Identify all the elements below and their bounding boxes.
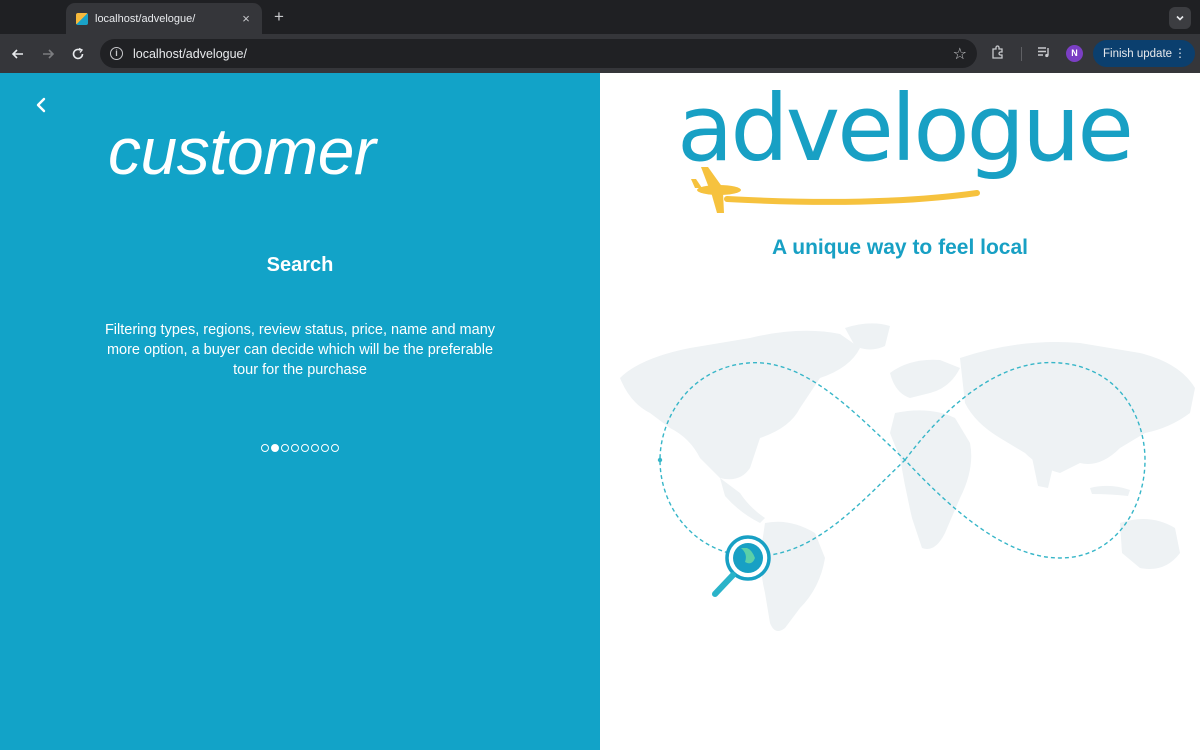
toolbar-divider bbox=[1021, 47, 1022, 61]
carousel-dot[interactable] bbox=[291, 444, 299, 452]
carousel-dot[interactable] bbox=[261, 444, 269, 452]
onboarding-panel: customer Search Filtering types, regions… bbox=[0, 73, 600, 750]
brand-panel: advelogue A unique way to feel local bbox=[600, 73, 1200, 750]
carousel-dot[interactable] bbox=[271, 444, 279, 452]
chevron-left-icon bbox=[36, 97, 46, 113]
extensions-icon[interactable] bbox=[990, 44, 1006, 63]
carousel-pagination bbox=[0, 444, 600, 452]
tagline: A unique way to feel local bbox=[772, 236, 1028, 259]
info-icon[interactable]: i bbox=[110, 47, 123, 60]
world-map-illustration bbox=[620, 323, 1195, 632]
tab-title: localhost/advelogue/ bbox=[95, 12, 196, 25]
tab-search-button[interactable] bbox=[1169, 7, 1191, 29]
url-text[interactable]: localhost/advelogue/ bbox=[133, 47, 953, 61]
section-title: customer bbox=[108, 114, 376, 188]
new-tab-button[interactable]: + bbox=[270, 8, 288, 25]
more-vert-icon[interactable]: ⋮ bbox=[1174, 46, 1186, 60]
reload-button[interactable] bbox=[68, 44, 88, 64]
feature-description: Filtering types, regions, review status,… bbox=[104, 322, 496, 378]
world-map-continents bbox=[620, 323, 1195, 632]
reload-icon bbox=[72, 47, 84, 60]
address-bar[interactable]: i localhost/advelogue/ ☆ bbox=[100, 39, 977, 68]
browser-tab-strip: localhost/advelogue/ × + bbox=[0, 0, 1200, 34]
advelogue-logo: advelogue bbox=[677, 75, 1134, 219]
carousel-dot[interactable] bbox=[311, 444, 319, 452]
close-icon[interactable]: × bbox=[238, 11, 254, 27]
finish-update-button[interactable]: Finish update ⋮ bbox=[1093, 40, 1195, 67]
carousel-dot[interactable] bbox=[321, 444, 329, 452]
chevron-down-icon bbox=[1176, 15, 1184, 21]
forward-button[interactable] bbox=[38, 44, 58, 64]
back-arrow-icon bbox=[11, 49, 23, 59]
media-controls-icon[interactable] bbox=[1036, 44, 1052, 63]
feature-title: Search bbox=[266, 254, 334, 276]
browser-toolbar: i localhost/advelogue/ ☆ N Finish update… bbox=[0, 34, 1200, 73]
carousel-dot[interactable] bbox=[301, 444, 309, 452]
airplane-swoosh-icon bbox=[691, 167, 980, 213]
carousel-dot[interactable] bbox=[281, 444, 289, 452]
back-slide-button[interactable] bbox=[32, 93, 50, 117]
star-icon[interactable]: ☆ bbox=[953, 44, 967, 64]
forward-arrow-icon bbox=[43, 49, 55, 59]
profile-avatar[interactable]: N bbox=[1066, 45, 1083, 62]
magnifier-globe-icon bbox=[712, 535, 771, 597]
back-button[interactable] bbox=[8, 44, 28, 64]
favicon-icon bbox=[76, 12, 88, 25]
browser-tab[interactable]: localhost/advelogue/ × bbox=[66, 3, 262, 34]
carousel-dot[interactable] bbox=[331, 444, 339, 452]
finish-update-label: Finish update bbox=[1103, 47, 1173, 60]
